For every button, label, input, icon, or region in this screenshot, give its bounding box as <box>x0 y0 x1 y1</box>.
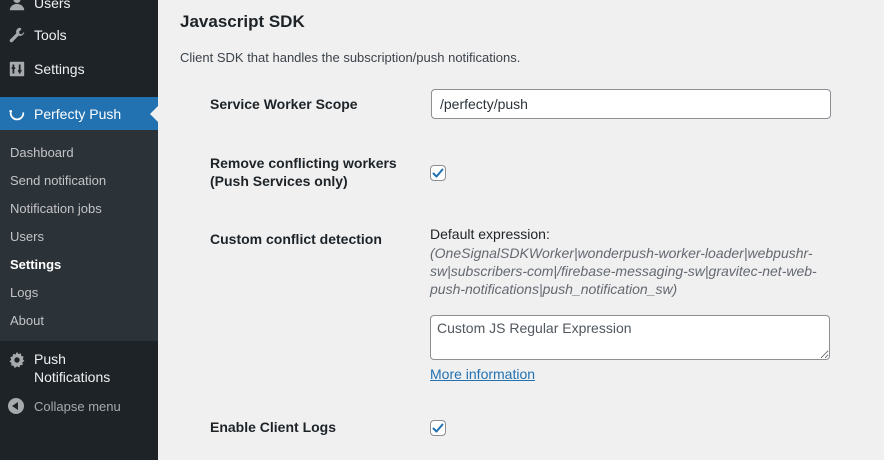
enable-client-logs-label: Enable Client Logs <box>210 419 337 435</box>
enable-client-logs-checkbox[interactable] <box>430 420 446 436</box>
submenu-item-send-notification[interactable]: Send notification <box>10 173 106 188</box>
section-description: Client SDK that handles the subscription… <box>180 50 521 65</box>
default-expression-value: (OneSignalSDKWorker|wonderpush-worker-lo… <box>430 245 817 297</box>
submenu-item-about[interactable]: About <box>10 313 44 328</box>
menu-item-label-line2: Notifications <box>34 369 111 385</box>
menu-item-label: Settings <box>34 61 85 77</box>
custom-regex-textarea[interactable] <box>430 315 830 360</box>
collapse-icon <box>8 398 24 414</box>
settings-main: Javascript SDK Client SDK that handles t… <box>158 0 884 460</box>
menu-item-tools[interactable]: Tools <box>0 24 158 46</box>
menu-item-label: Tools <box>34 27 67 43</box>
submenu-item-users[interactable]: Users <box>10 229 44 244</box>
menu-item-settings[interactable]: Settings <box>0 58 158 80</box>
menu-item-label: Users <box>34 0 71 11</box>
active-arrow <box>150 106 158 122</box>
custom-conflict-label: Custom conflict detection <box>210 231 382 247</box>
submenu: Dashboard Send notification Notification… <box>0 130 158 341</box>
section-title: Javascript SDK <box>180 12 305 31</box>
collapse-label: Collapse menu <box>34 398 121 414</box>
remove-conflicting-label: Remove conflicting workers (Push Service… <box>210 154 397 190</box>
checkmark-icon <box>432 423 444 433</box>
menu-item-label-line1: Push <box>34 351 66 367</box>
menu-item-label: Push Notifications <box>34 350 110 386</box>
submenu-item-settings[interactable]: Settings <box>10 257 61 272</box>
service-worker-scope-label: Service Worker Scope <box>210 96 358 112</box>
submenu-item-notification-jobs[interactable]: Notification jobs <box>10 201 102 216</box>
menu-item-users[interactable]: Users <box>0 0 158 14</box>
wrench-icon <box>7 25 27 45</box>
gear-icon <box>7 350 27 370</box>
default-expression-label: Default expression: <box>430 226 550 242</box>
remove-conflicting-label-line1: Remove conflicting workers <box>210 155 397 171</box>
submenu-item-dashboard[interactable]: Dashboard <box>10 145 74 160</box>
settings-icon <box>7 59 27 79</box>
remove-conflicting-checkbox[interactable] <box>430 165 446 181</box>
menu-item-perfecty-push[interactable]: Perfecty Push <box>0 97 158 131</box>
remove-conflicting-label-line2: (Push Services only) <box>210 173 348 189</box>
more-information-link[interactable]: More information <box>430 366 535 382</box>
checkmark-icon <box>432 168 444 178</box>
menu-item-label: Perfecty Push <box>34 106 122 122</box>
collapse-menu-button[interactable]: Collapse menu <box>0 398 121 414</box>
service-worker-scope-input[interactable] <box>431 89 831 119</box>
smile-icon <box>7 104 27 124</box>
submenu-item-logs[interactable]: Logs <box>10 285 38 300</box>
users-icon <box>7 0 27 13</box>
admin-sidebar: Users Tools Settings Perfecty Push Dashb… <box>0 0 158 460</box>
menu-item-push-notifications[interactable]: Push Notifications <box>0 350 158 386</box>
